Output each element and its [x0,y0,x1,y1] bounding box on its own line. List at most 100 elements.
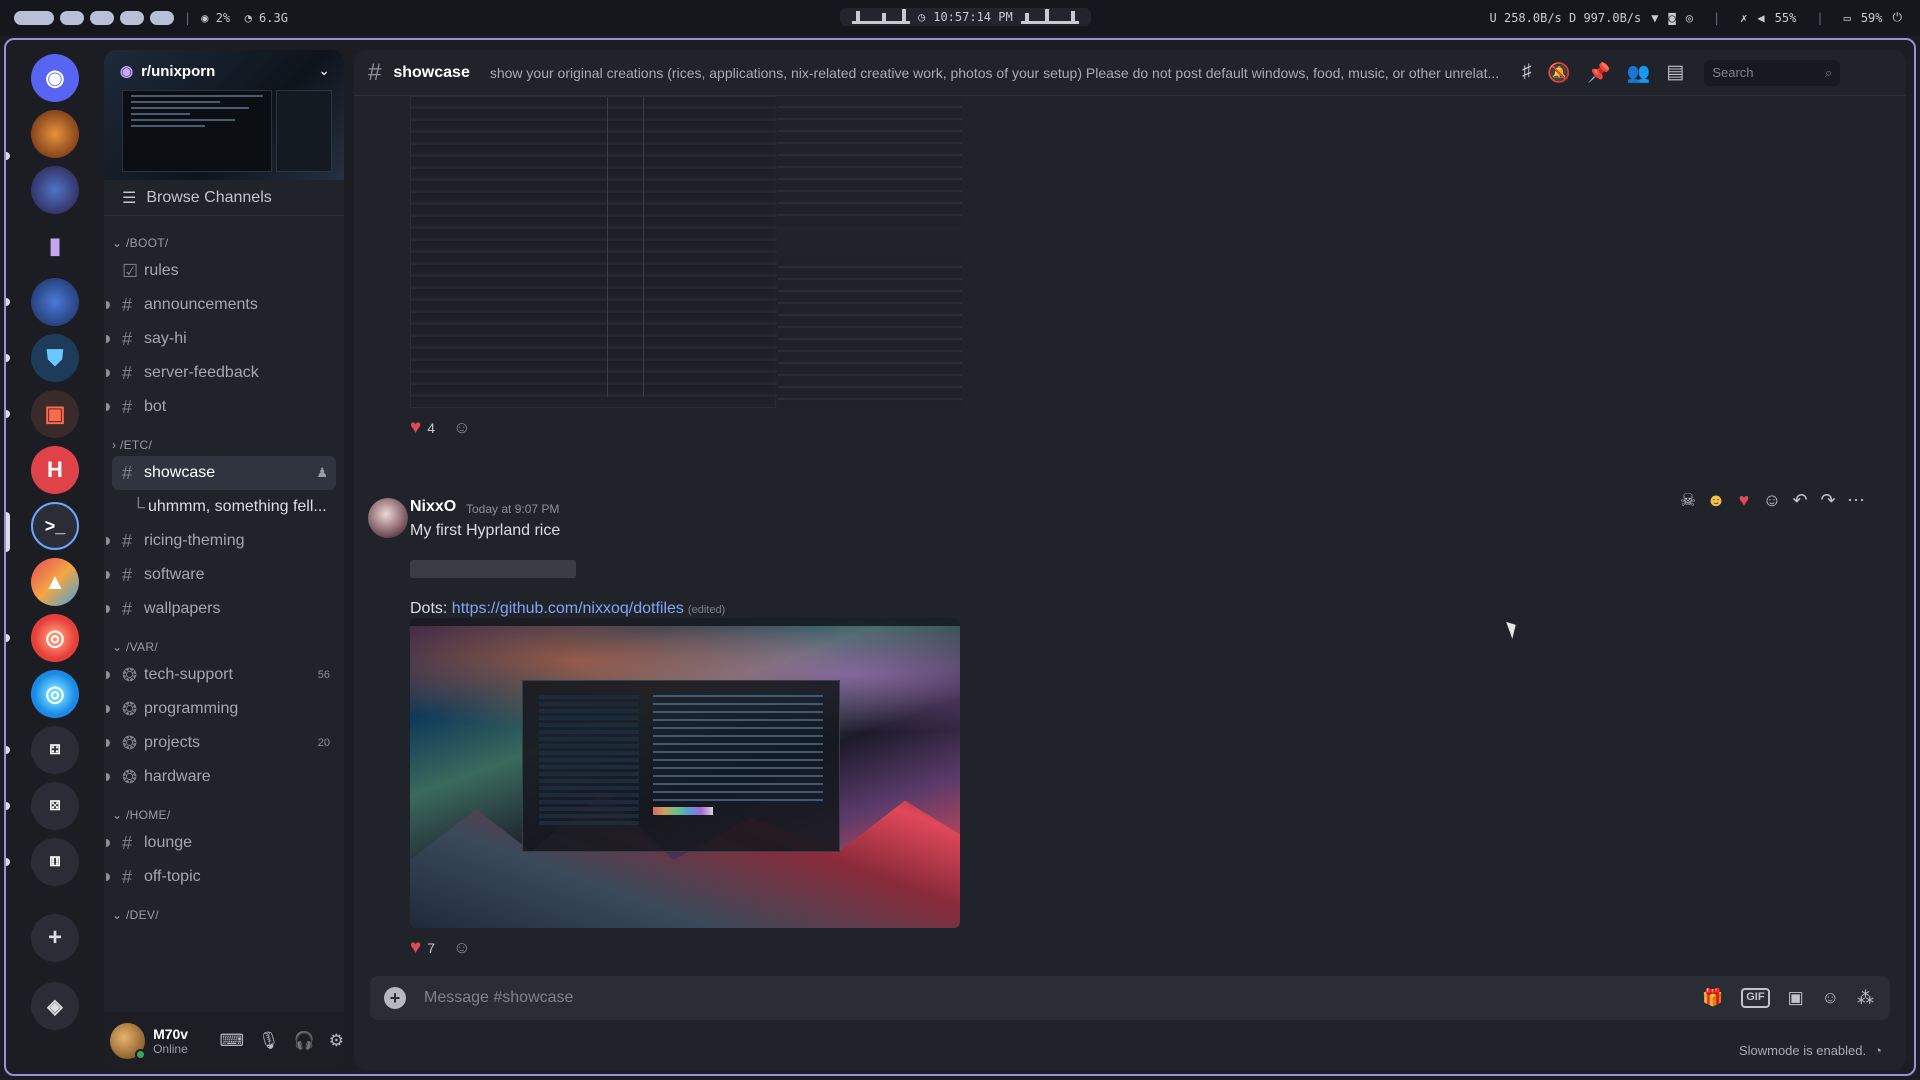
message-input[interactable]: Message #showcase [424,989,1702,1007]
server-icon-avatar[interactable] [31,166,79,214]
add-reaction-icon[interactable]: ☺ [453,938,470,958]
message-author[interactable]: NixxO [410,498,456,516]
attachment-desktop-screenshot[interactable] [410,618,960,928]
message-composer[interactable]: + Message #showcase 🎁 GIF ▣ ☺ ⁂ [370,976,1890,1020]
channel-ricing-theming[interactable]: # ricing-theming [104,524,344,558]
channel-projects[interactable]: ❂ projects 20 [104,726,344,760]
thread-item[interactable]: └ uhmmm, something fell... [104,490,344,524]
skull-emoji-icon[interactable]: ☠ [1678,490,1698,511]
laugh-emoji-icon[interactable]: ☻ [1706,490,1726,511]
message-list[interactable]: ♥ 4 ☺ ☠ ☻ ♥ ☺ ↶ ↷ ⋯ NixxO Today at 9:07 … [354,96,1906,964]
channel-lounge[interactable]: # lounge [104,826,344,860]
workspace-5[interactable] [150,11,174,25]
browse-channels[interactable]: ☰ Browse Channels [104,180,344,216]
channel-wallpapers[interactable]: # wallpapers [104,592,344,626]
microphone-icon[interactable]: 🎙 [258,1031,280,1051]
slowmode-notice: Slowmode is enabled. ◔ [1739,1043,1882,1058]
server-icon-circle[interactable]: ◎ [31,670,79,718]
server-banner[interactable]: ◉ r/unixporn ⌄ [104,50,344,180]
server-icon-target[interactable]: ◎ [31,614,79,662]
add-member-icon[interactable]: ♟ [316,465,328,481]
category-etc[interactable]: › /ETC/ [104,424,344,456]
sticker-icon[interactable]: ▣ [1788,988,1804,1008]
clock-widget[interactable]: ◷ 10:57:14 PM [840,8,1091,26]
server-icon-terminal[interactable]: >_ [31,502,79,550]
inbox-icon[interactable]: ▤ [1666,61,1684,85]
search-input[interactable]: Search ⌕ [1704,59,1841,86]
activity-icon[interactable]: ⌨ [219,1031,244,1051]
server-icon-fire[interactable] [31,110,79,158]
channel-bot[interactable]: # bot [104,390,344,424]
workspace-2[interactable] [60,11,84,25]
channel-programming[interactable]: ❂ programming [104,692,344,726]
channel-software[interactable]: # software [104,558,344,592]
channel-topic[interactable]: show your original creations (rices, app… [490,65,1512,81]
apps-icon[interactable]: ⁂ [1857,988,1874,1008]
more-icon[interactable]: ⋯ [1846,490,1866,511]
steam-tray-icon[interactable]: ◎ [1686,11,1693,25]
attach-plus-icon[interactable]: + [384,987,406,1009]
notification-mute-icon[interactable]: 🔕 [1547,61,1571,85]
power-icon[interactable]: ⏻ [1893,10,1903,25]
category-var[interactable]: ⌄ /VAR/ [104,626,344,658]
workspace-1[interactable] [14,11,54,25]
attachment-screenshot-3[interactable] [778,256,962,408]
folder-icon[interactable]: ▮ [31,222,79,270]
channel-server-feedback[interactable]: # server-feedback [104,356,344,390]
add-reaction-icon[interactable]: ☺ [1762,490,1782,511]
workspace-4[interactable] [120,11,144,25]
members-icon[interactable]: 👥 [1627,61,1651,85]
dotfiles-link[interactable]: https://github.com/nixxoq/dotfiles [452,600,684,617]
server-icon-h[interactable]: H [31,446,79,494]
add-server-icon[interactable]: + [31,914,79,962]
heart-reaction-icon[interactable]: ♥ [410,937,421,959]
gift-icon[interactable]: 🎁 [1702,988,1723,1008]
workspace-3[interactable] [90,11,114,25]
channel-say-hi[interactable]: # say-hi [104,322,344,356]
discord-tray-icon[interactable]: ◙ [1668,11,1675,25]
discord-home-icon[interactable]: ◉ [31,54,79,102]
channel-announcements[interactable]: # announcements [104,288,344,322]
attachment-screenshot-2[interactable] [778,96,962,226]
server-name[interactable]: ◉ r/unixporn [120,62,215,81]
category-home[interactable]: ⌄ /HOME/ [104,794,344,826]
pin-icon[interactable]: 📌 [1587,61,1611,85]
avatar[interactable] [110,1023,147,1060]
channel-tech-support[interactable]: ❂ tech-support 56 [104,658,344,692]
unread-indicator [106,335,110,343]
server-icon-cube[interactable]: ▣ [31,390,79,438]
spoiler-block[interactable] [410,560,576,578]
rules-icon: ☑ [122,260,139,281]
emoji-icon[interactable]: ☺ [1822,988,1839,1008]
headphones-icon[interactable]: 🎧 [294,1031,315,1051]
server-icon-anime[interactable] [31,278,79,326]
channel-showcase[interactable]: # showcase ♟ [112,456,336,490]
server-folder-3[interactable]: ⚅ [31,838,79,886]
category-boot[interactable]: ⌄ /BOOT/ [104,222,344,254]
heart-emoji-icon[interactable]: ♥ [1734,490,1754,511]
channel-rules[interactable]: ☑ rules [104,254,344,288]
channel-off-topic[interactable]: # off-topic [104,860,344,894]
server-folder-2[interactable]: ⚄ [31,782,79,830]
add-reaction-icon[interactable]: ☺ [453,418,470,438]
shield-server-icon[interactable]: ⛊ [31,334,79,382]
gif-icon[interactable]: GIF [1741,988,1770,1008]
chevron-down-icon[interactable]: ⌄ [318,62,330,79]
forward-icon[interactable]: ↷ [1818,490,1838,511]
attachment-code-screenshot[interactable] [410,96,777,408]
explore-icon[interactable]: ◈ [31,982,79,1030]
server-folder-1[interactable]: ⚃ [31,726,79,774]
avatar[interactable] [368,498,408,538]
bluetooth-off-icon[interactable]: ✗ [1740,11,1747,25]
gear-icon[interactable]: ⚙ [329,1031,344,1051]
user-info[interactable]: M70v Online [153,1026,213,1056]
threads-icon[interactable]: ♯ [1522,61,1532,85]
category-dev[interactable]: ⌄ /DEV/ [104,894,344,926]
server-icon-arch[interactable]: ▲ [31,558,79,606]
heart-reaction-icon[interactable]: ♥ [410,417,421,439]
reply-icon[interactable]: ↶ [1790,490,1810,511]
channel-hardware[interactable]: ❂ hardware [104,760,344,794]
workspaces[interactable] [14,11,174,25]
volume-icon[interactable]: ◀ [1757,11,1764,25]
wifi-icon[interactable]: ▼ [1651,11,1658,25]
